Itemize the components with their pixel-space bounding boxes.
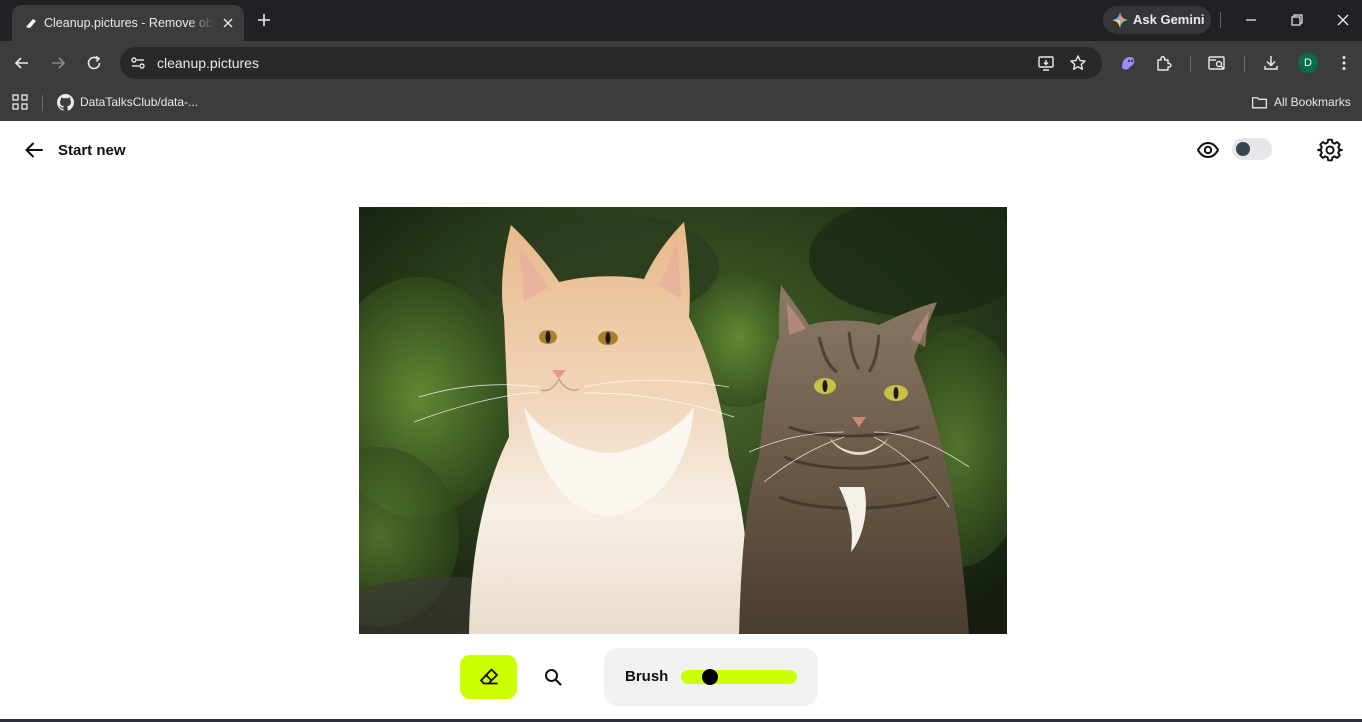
toolbar-divider [1244, 56, 1245, 72]
zoom-search-icon[interactable] [541, 665, 565, 689]
url-text: cleanup.pictures [157, 55, 259, 71]
ask-gemini-button[interactable]: Ask Gemini [1103, 6, 1211, 34]
start-new-label: Start new [58, 141, 126, 159]
cats-photo [359, 207, 1007, 634]
tabstrip-divider [1220, 12, 1221, 28]
start-new-button[interactable]: Start new [22, 137, 126, 163]
brush-label: Brush [625, 668, 669, 685]
profile-avatar[interactable]: D [1298, 53, 1318, 73]
github-icon [57, 93, 74, 111]
bookmark-label: DataTalksClub/data-... [80, 95, 199, 109]
more-menu-icon[interactable] [1334, 53, 1354, 73]
cleanup-logo-icon [26, 19, 36, 28]
editable-photo-canvas[interactable] [359, 207, 1007, 634]
browser-tabstrip: Cleanup.pictures - Remove objects, peopl… [0, 0, 1362, 41]
browser-toolbar: cleanup.pictures D [0, 41, 1362, 85]
toolbar-divider [1190, 56, 1191, 72]
compare-original-toggle[interactable] [1232, 138, 1272, 160]
restore-window-icon[interactable] [1287, 10, 1307, 30]
install-app-icon[interactable] [1036, 53, 1056, 73]
gear-icon[interactable] [1317, 137, 1343, 163]
tab-close-icon[interactable] [218, 13, 238, 33]
all-bookmarks-button[interactable]: All Bookmarks [1251, 91, 1351, 113]
downloads-icon[interactable] [1261, 53, 1281, 73]
reload-icon[interactable] [84, 53, 104, 73]
all-bookmarks-label: All Bookmarks [1274, 95, 1351, 109]
forward-arrow-icon[interactable] [48, 53, 68, 73]
cleanup-editor: Start new Brush [0, 121, 1362, 722]
apps-grid-icon[interactable] [11, 93, 29, 111]
bookmarks-divider [42, 95, 43, 111]
tab-title: Cleanup.pictures - Remove objects, peopl… [44, 16, 214, 30]
site-settings-icon[interactable] [128, 53, 148, 73]
new-tab-plus-icon[interactable] [254, 10, 274, 30]
extensions-puzzle-icon[interactable] [1154, 53, 1174, 73]
eraser-icon [479, 668, 498, 685]
bookmark-datatalksclub[interactable]: DataTalksClub/data-... [57, 91, 198, 113]
browser-tab-active[interactable]: Cleanup.pictures - Remove objects, peopl… [12, 5, 244, 41]
folder-icon [1251, 96, 1268, 108]
tab-search-icon[interactable] [1207, 53, 1227, 73]
gemini-sparkle-icon [1112, 12, 1128, 28]
eye-icon[interactable] [1196, 138, 1220, 162]
minimize-icon[interactable] [1241, 10, 1261, 30]
bookmarks-bar: DataTalksClub/data-... All Bookmarks [0, 85, 1362, 121]
address-bar[interactable]: cleanup.pictures [120, 47, 1102, 79]
close-window-icon[interactable] [1333, 10, 1353, 30]
brush-size-slider-thumb[interactable] [702, 669, 718, 685]
bookmark-star-icon[interactable] [1068, 53, 1088, 73]
brush-size-slider[interactable] [681, 669, 797, 685]
eraser-tool-button[interactable] [460, 655, 517, 699]
toggle-knob [1236, 142, 1250, 156]
back-arrow-icon[interactable] [12, 53, 32, 73]
profile-initial: D [1304, 57, 1312, 69]
ask-gemini-label: Ask Gemini [1133, 12, 1205, 27]
brush-size-panel: Brush [604, 648, 818, 706]
arrow-left-icon [25, 142, 43, 158]
extension-ghost-icon[interactable] [1118, 53, 1138, 73]
